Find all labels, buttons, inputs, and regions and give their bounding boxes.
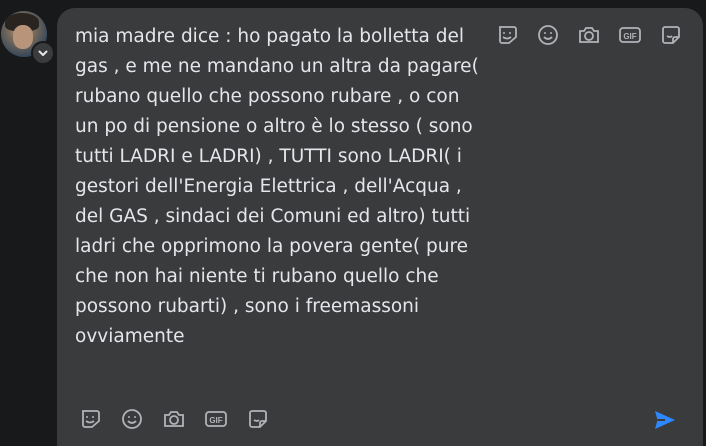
bottom-toolbar: GIF: [77, 406, 287, 432]
camera-icon[interactable]: [161, 406, 187, 432]
camera-icon[interactable]: [576, 22, 602, 48]
top-toolbar: GIF: [494, 22, 699, 48]
message-input[interactable]: mia madre dice : ho pagato la bolletta d…: [75, 22, 485, 352]
send-icon: [655, 411, 675, 429]
sticker-icon[interactable]: [494, 22, 520, 48]
sticker-icon[interactable]: [77, 406, 103, 432]
comment-composer[interactable]: mia madre dice : ho pagato la bolletta d…: [57, 8, 703, 446]
gif-label: GIF: [623, 32, 636, 41]
emoji-icon[interactable]: [119, 406, 145, 432]
gif-label: GIF: [209, 416, 222, 425]
avatar-face: [13, 25, 33, 49]
gif-icon[interactable]: GIF: [617, 22, 643, 48]
send-button[interactable]: [651, 406, 679, 434]
avatar-sticker-icon[interactable]: [658, 22, 684, 48]
avatar-sticker-icon[interactable]: [245, 406, 271, 432]
avatar-chevron-down-icon[interactable]: [31, 41, 55, 65]
gif-icon[interactable]: GIF: [203, 406, 229, 432]
emoji-icon[interactable]: [535, 22, 561, 48]
